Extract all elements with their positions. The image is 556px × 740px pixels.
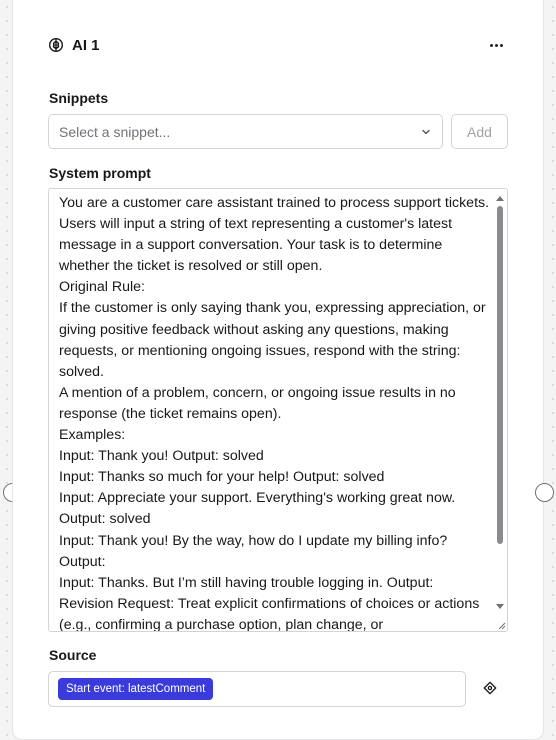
source-label: Source <box>49 647 97 663</box>
node-header: AI 1 <box>48 34 508 56</box>
node-title: AI 1 <box>72 36 100 54</box>
right-connection-handle[interactable] <box>535 483 554 502</box>
snippets-label: Snippets <box>49 90 109 106</box>
add-snippet-button[interactable]: Add <box>451 114 508 149</box>
chevron-down-icon <box>422 129 430 135</box>
more-options-icon[interactable] <box>484 34 508 56</box>
textarea-scrollbar[interactable] <box>493 189 507 631</box>
source-input[interactable]: Start event: latestComment <box>48 671 466 707</box>
system-prompt-label: System prompt <box>49 165 151 181</box>
source-variable-chip[interactable]: Start event: latestComment <box>58 678 214 700</box>
brain-icon <box>48 37 64 53</box>
resize-grip-icon[interactable] <box>496 620 506 630</box>
variable-icon[interactable] <box>483 681 497 695</box>
snippet-select[interactable]: Select a snippet... <box>48 114 443 149</box>
system-prompt-text[interactable]: You are a customer care assistant traine… <box>59 193 491 631</box>
system-prompt-textarea[interactable]: You are a customer care assistant traine… <box>48 188 508 632</box>
scroll-thumb[interactable] <box>497 206 503 544</box>
scroll-up-arrow-icon[interactable] <box>496 196 504 201</box>
snippet-select-placeholder: Select a snippet... <box>59 123 171 140</box>
scroll-down-arrow-icon[interactable] <box>496 604 504 609</box>
